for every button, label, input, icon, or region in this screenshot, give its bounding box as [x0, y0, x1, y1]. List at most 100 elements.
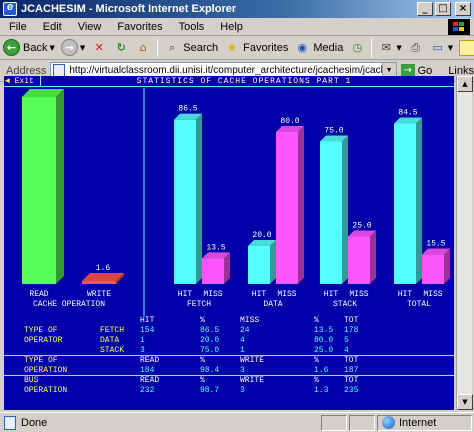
stats-header-cell: %: [314, 376, 319, 385]
stop-button[interactable]: ✕: [88, 37, 110, 59]
stats-row: OPERATOR DATA 1 20.0 4 80.0 5: [4, 336, 454, 346]
status-left: Done: [0, 415, 321, 430]
chart-bar: [348, 236, 370, 284]
mail-dropdown-icon[interactable]: ▼: [396, 44, 401, 52]
history-icon: ◷: [352, 41, 363, 54]
stats-header-cell: WRITE: [240, 356, 265, 365]
chart-bar-side: [298, 126, 304, 284]
stats-header-cell: %: [314, 356, 319, 365]
chart-bar: [276, 132, 298, 284]
address-value[interactable]: http://virtualclassroom.dii.unisi.it/com…: [69, 65, 381, 76]
windows-logo-icon: [448, 19, 470, 35]
menu-file[interactable]: File: [0, 21, 34, 33]
edit-dropdown-icon[interactable]: ▼: [448, 44, 453, 52]
stats-header-cell: WRITE: [240, 376, 265, 385]
stats-cell: 235: [344, 386, 359, 395]
group-label: DATA: [263, 300, 282, 309]
stats-header-row: HIT% MISS% TOT: [4, 316, 454, 326]
toolbar-separator: [371, 38, 373, 57]
stats-row-sublabel: DATA: [100, 336, 120, 345]
bar-value-label: 75.0: [324, 127, 343, 136]
chart-bar: [22, 97, 56, 284]
go-label: Go: [417, 64, 433, 77]
stats-header-cell: %: [200, 376, 205, 385]
bar-value-label: 13.5: [206, 243, 225, 252]
media-button[interactable]: ◉ Media: [291, 37, 346, 59]
stats-cell: 154: [140, 326, 155, 335]
close-button[interactable]: ×: [455, 2, 471, 16]
status-text: Done: [21, 416, 48, 429]
bar-label: MISS: [423, 290, 442, 299]
toolbar-separator: [157, 38, 159, 57]
history-button[interactable]: ◷: [346, 37, 368, 59]
forward-dropdown-icon[interactable]: ▼: [80, 44, 85, 52]
stats-bus-header: BUS READ% WRITE% TOT: [4, 376, 454, 386]
scroll-up-icon[interactable]: ▲: [457, 76, 473, 92]
stats-header-cell: TOT: [344, 376, 359, 385]
menu-favorites[interactable]: Favorites: [108, 21, 169, 33]
back-label: Back: [23, 41, 48, 54]
favorites-button[interactable]: ★ Favorites: [221, 37, 291, 59]
stats-cell: 86.5: [200, 326, 220, 335]
title-bar: JCACHESIM - Microsoft Internet Explorer …: [0, 0, 474, 18]
search-button[interactable]: ⌕ Search: [161, 37, 221, 59]
note-icon: [459, 39, 474, 56]
links-button[interactable]: Links: [448, 65, 474, 77]
stats-row-label: BUS: [24, 376, 39, 385]
back-dropdown-icon[interactable]: ▼: [49, 44, 54, 52]
stats-row-sublabel: FETCH: [100, 326, 125, 335]
stats-cell: 232: [140, 386, 155, 395]
home-button[interactable]: ⌂: [132, 37, 154, 59]
bar-label: MISS: [349, 290, 368, 299]
edit-icon: ▭: [432, 41, 443, 54]
bar-label: MISS: [277, 290, 296, 299]
stats-cell: 20.0: [200, 336, 220, 345]
header-divider: [40, 76, 41, 87]
status-pane: [321, 414, 347, 431]
edit-button[interactable]: ▭ ▼: [427, 37, 456, 59]
minimize-button[interactable]: _: [417, 2, 433, 16]
group-label: CACHE OPERATION: [33, 300, 105, 309]
stats-header-cell: %: [200, 356, 205, 365]
messenger-button[interactable]: [456, 37, 474, 59]
bar-label: HIT: [178, 290, 193, 299]
chart-bar: [248, 246, 270, 284]
chart-bar: [394, 123, 416, 284]
back-button[interactable]: ← Back ▼: [0, 37, 58, 59]
zone-label: Internet: [399, 416, 437, 429]
chart-bar-side: [370, 230, 376, 284]
status-page-icon: [4, 415, 16, 430]
menu-edit[interactable]: Edit: [34, 21, 69, 33]
vertical-scrollbar[interactable]: ▲ ▼: [456, 76, 473, 410]
print-button[interactable]: ⎙: [405, 37, 427, 59]
menu-tools[interactable]: Tools: [170, 21, 212, 33]
stats-cell: 13.5: [314, 326, 334, 335]
security-zone: Internet: [377, 414, 472, 431]
bar-value-label: 98.4: [33, 88, 52, 89]
stats-header-cell: TOT: [344, 356, 359, 365]
menu-view[interactable]: View: [69, 21, 109, 33]
mail-button[interactable]: ✉ ▼: [375, 37, 404, 59]
stats-row-label: OPERATOR: [24, 336, 63, 345]
stats-header-cell: TOT: [344, 316, 359, 325]
media-label: Media: [313, 41, 344, 54]
group-label: FETCH: [187, 300, 211, 309]
group-label: TOTAL: [407, 300, 431, 309]
bar-value-label: 20.0: [252, 231, 271, 240]
simulator-display: ◄ Exit STATISTICS OF CACHE OPERATIONS PA…: [4, 76, 454, 410]
exit-button[interactable]: ◄ Exit: [4, 76, 34, 87]
menu-help[interactable]: Help: [211, 21, 250, 33]
mail-icon: ✉: [381, 41, 391, 54]
scroll-down-icon[interactable]: ▼: [457, 394, 473, 410]
stats-cell: 3: [240, 386, 245, 395]
ie-icon: [3, 1, 17, 16]
maximize-button[interactable]: □: [435, 2, 451, 16]
stats-cell: 98.7: [200, 386, 220, 395]
internet-globe-icon: [382, 416, 395, 429]
bar-value-label: 25.0: [352, 222, 371, 231]
refresh-button[interactable]: ↻: [110, 37, 132, 59]
stats-header-cell: READ: [140, 376, 160, 385]
forward-button[interactable]: → ▼: [58, 37, 88, 59]
stats-cell: 178: [344, 326, 359, 335]
sim-title: STATISTICS OF CACHE OPERATIONS PART 1: [136, 77, 352, 86]
